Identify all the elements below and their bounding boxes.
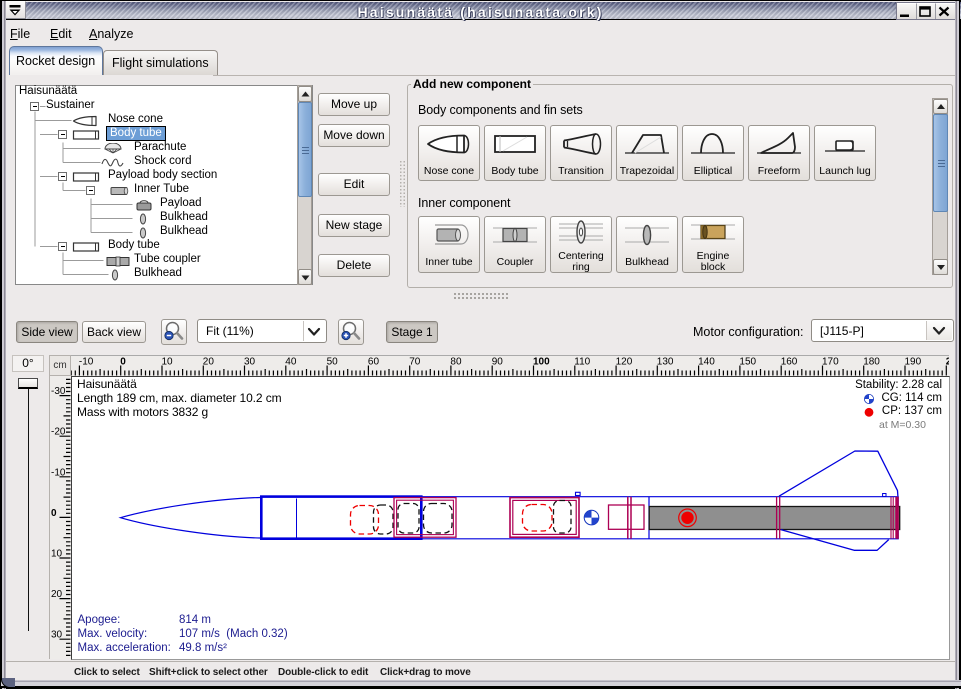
svg-text:-10: -10 bbox=[51, 467, 66, 478]
svg-text:-20: -20 bbox=[51, 427, 66, 438]
svg-text:50: 50 bbox=[327, 357, 339, 368]
svg-text:160: 160 bbox=[781, 357, 798, 368]
svg-text:20: 20 bbox=[51, 589, 63, 600]
svg-text:140: 140 bbox=[698, 357, 715, 368]
svg-text:120: 120 bbox=[616, 357, 633, 368]
svg-text:60: 60 bbox=[368, 357, 380, 368]
svg-text:130: 130 bbox=[657, 357, 674, 368]
svg-text:30: 30 bbox=[51, 630, 63, 641]
svg-text:70: 70 bbox=[409, 357, 421, 368]
svg-text:10: 10 bbox=[51, 549, 63, 560]
svg-text:0: 0 bbox=[120, 357, 126, 368]
svg-text:170: 170 bbox=[822, 357, 839, 368]
svg-text:180: 180 bbox=[863, 357, 880, 368]
svg-text:110: 110 bbox=[574, 357, 590, 368]
svg-text:-10: -10 bbox=[79, 357, 94, 368]
svg-text:150: 150 bbox=[739, 357, 756, 368]
svg-text:30: 30 bbox=[244, 357, 256, 368]
svg-text:100: 100 bbox=[533, 357, 550, 368]
svg-text:80: 80 bbox=[450, 357, 462, 368]
svg-text:20: 20 bbox=[203, 357, 215, 368]
svg-text:10: 10 bbox=[162, 357, 174, 368]
svg-text:0: 0 bbox=[51, 508, 57, 519]
svg-text:-30: -30 bbox=[51, 386, 66, 397]
svg-text:40: 40 bbox=[285, 357, 297, 368]
svg-text:190: 190 bbox=[905, 357, 922, 368]
svg-text:200: 200 bbox=[946, 357, 949, 368]
svg-text:90: 90 bbox=[492, 357, 504, 368]
